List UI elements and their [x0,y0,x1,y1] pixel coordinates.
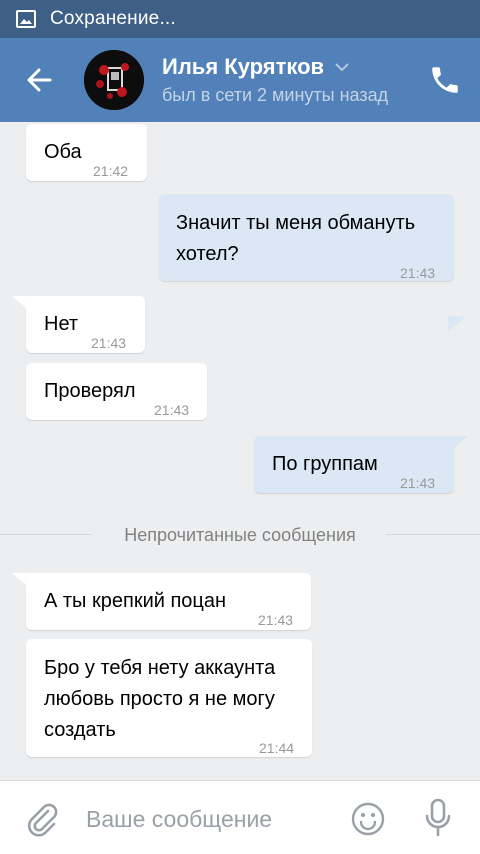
message-time: 21:43 [154,402,190,418]
message-text: Оба [44,141,82,163]
back-arrow-icon[interactable] [20,62,60,98]
unread-divider-text: Непрочитанные сообщения [110,524,370,546]
image-icon [16,10,36,28]
message-text-line: Значит ты меня обмануть [176,212,416,234]
message-text-line: создать [44,719,116,741]
contact-name[interactable]: Илья Курятков [162,54,350,80]
message-time: 21:43 [91,335,127,351]
message-bubble-incoming[interactable]: А ты крепкий поцан 21:43 [26,573,311,630]
phone-icon[interactable] [428,63,462,97]
message-text-line: хотел? [176,243,239,265]
chevron-down-icon [335,63,349,72]
message-composer [0,780,480,854]
message-text: А ты крепкий поцан [44,590,227,612]
message-text-line: любовь просто я не могу [44,688,275,710]
notification-text: Сохранение... [50,8,176,29]
message-text-line: Бро у тебя нету аккаунта [44,657,276,679]
message-bubble-outgoing[interactable]: По группам 21:43 [254,436,454,493]
status-bar: Сохранение... [0,0,480,38]
divider-line [386,534,480,535]
emoji-icon[interactable] [351,802,385,836]
avatar-image [84,50,144,110]
unread-divider: Непрочитанные сообщения [0,523,480,547]
message-bubble-incoming[interactable]: Проверял 21:43 [26,363,207,420]
divider-line [0,534,92,535]
message-time: 21:42 [93,163,129,179]
message-text: Проверял [44,380,136,402]
message-text: Нет [44,313,79,335]
message-bubble-incoming[interactable]: Бро у тебя нету аккаунта любовь просто я… [26,639,312,757]
paperclip-icon[interactable] [24,801,60,837]
message-bubble-outgoing[interactable]: Значит ты меня обмануть хотел? 21:43 [159,194,454,281]
bubble-tail [448,316,466,332]
message-time: 21:44 [259,740,295,756]
message-time: 21:43 [400,265,436,281]
message-text: По группам [272,453,378,475]
contact-status: был в сети 2 минуты назад [162,85,389,105]
message-list[interactable]: Оба 21:42 Значит ты меня обмануть хотел?… [0,122,480,780]
message-bubble-incoming[interactable]: Нет 21:43 [26,296,145,353]
chat-header: Илья Курятков был в сети 2 минуты назад [0,38,480,122]
message-time: 21:43 [400,475,436,491]
microphone-icon[interactable] [424,798,452,838]
message-input[interactable] [86,799,336,839]
message-bubble-incoming[interactable]: Оба 21:42 [26,124,147,181]
avatar[interactable] [84,50,144,110]
contact-name-text: Илья Курятков [162,54,325,79]
message-time: 21:43 [258,612,294,628]
